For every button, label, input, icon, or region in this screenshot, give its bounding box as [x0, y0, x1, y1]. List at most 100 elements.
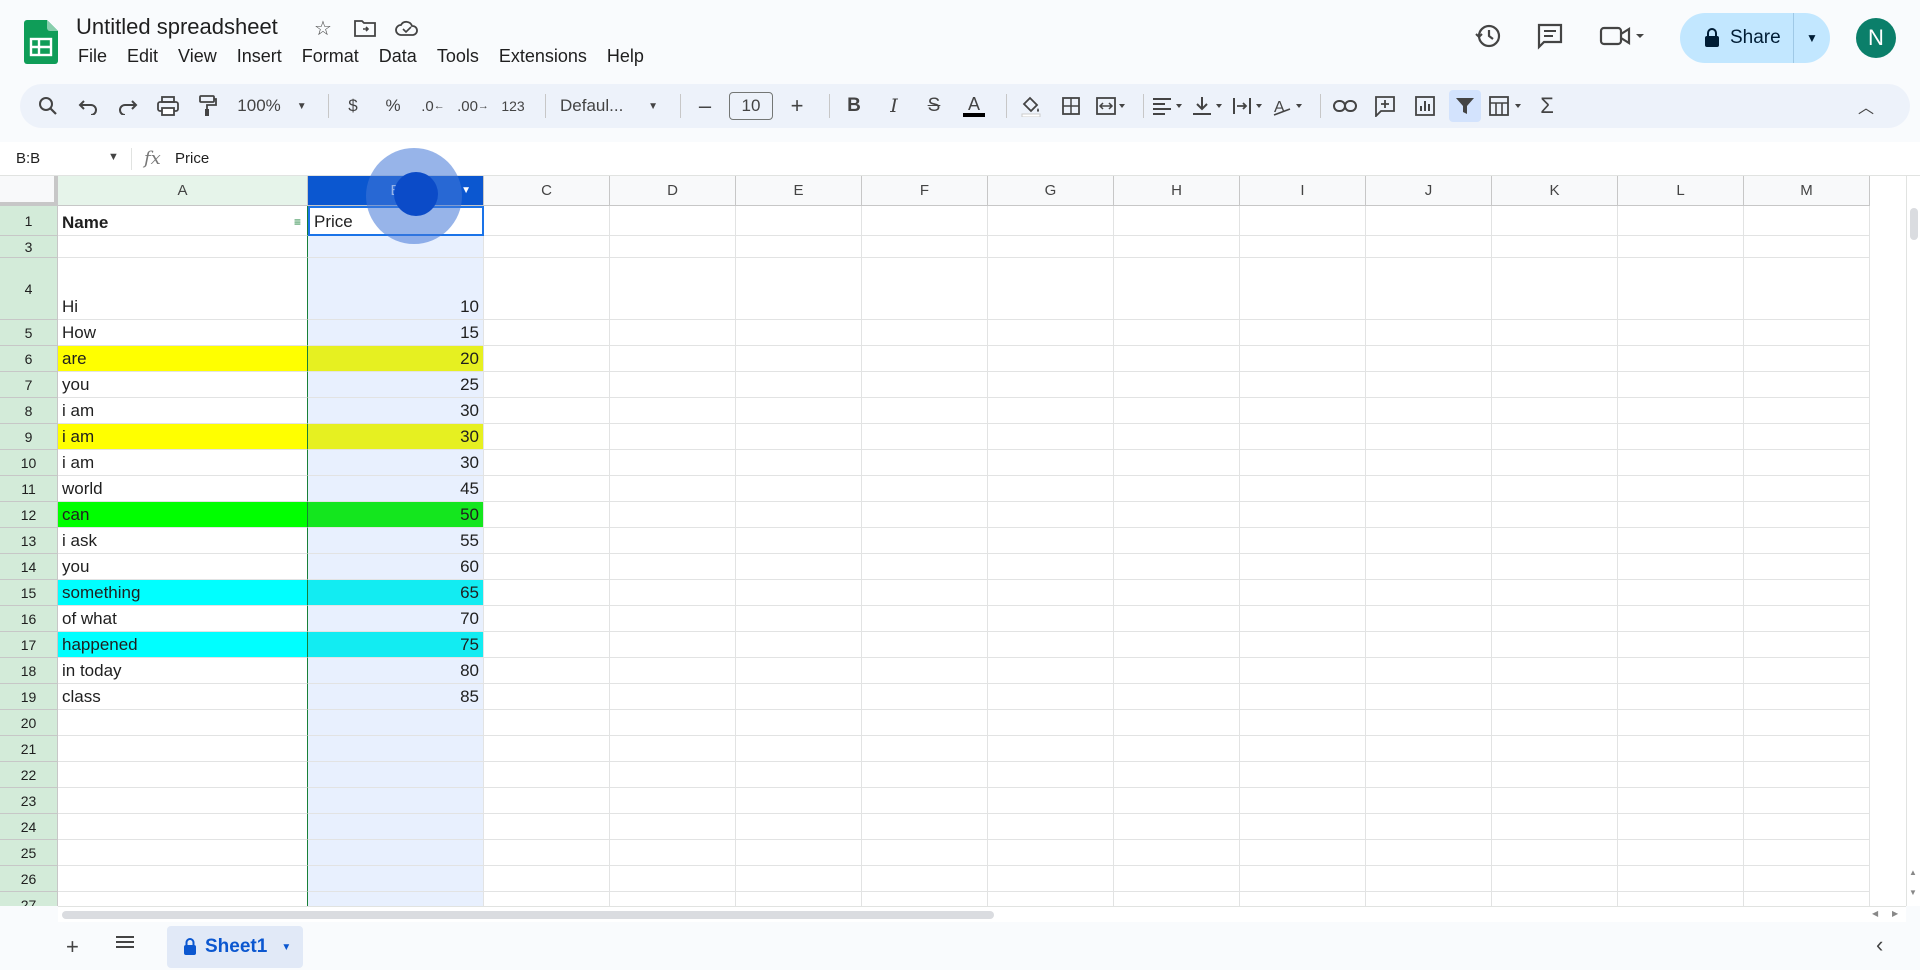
cell-g18[interactable] — [988, 658, 1114, 684]
cell-b7[interactable]: 25 — [308, 372, 484, 398]
row-header-22[interactable]: 22 — [0, 762, 58, 788]
cell-a18[interactable]: in today — [58, 658, 308, 684]
format-percent-button[interactable]: % — [377, 90, 409, 122]
cell-e4[interactable] — [736, 258, 862, 320]
cell-d9[interactable] — [610, 424, 736, 450]
cell-g5[interactable] — [988, 320, 1114, 346]
cell-m19[interactable] — [1744, 684, 1870, 710]
cell-l26[interactable] — [1618, 866, 1744, 892]
cell-l24[interactable] — [1618, 814, 1744, 840]
cell-k13[interactable] — [1492, 528, 1618, 554]
cell-l1[interactable] — [1618, 206, 1744, 236]
column-menu-dropdown-icon[interactable]: ▼ — [461, 185, 471, 196]
cell-b23[interactable] — [308, 788, 484, 814]
cell-d4[interactable] — [610, 258, 736, 320]
cloud-status-icon[interactable] — [392, 14, 422, 42]
cell-b25[interactable] — [308, 840, 484, 866]
cell-i8[interactable] — [1240, 398, 1366, 424]
cell-j14[interactable] — [1366, 554, 1492, 580]
row-header-20[interactable]: 20 — [0, 710, 58, 736]
cell-d24[interactable] — [610, 814, 736, 840]
cell-g14[interactable] — [988, 554, 1114, 580]
cell-m21[interactable] — [1744, 736, 1870, 762]
cell-h17[interactable] — [1114, 632, 1240, 658]
cell-a26[interactable] — [58, 866, 308, 892]
paint-format-icon[interactable] — [192, 90, 224, 122]
cell-h1[interactable] — [1114, 206, 1240, 236]
cell-m8[interactable] — [1744, 398, 1870, 424]
cell-c25[interactable] — [484, 840, 610, 866]
cell-f16[interactable] — [862, 606, 988, 632]
cell-a25[interactable] — [58, 840, 308, 866]
cell-h15[interactable] — [1114, 580, 1240, 606]
cell-e14[interactable] — [736, 554, 862, 580]
comments-icon[interactable] — [1530, 16, 1570, 56]
cell-g21[interactable] — [988, 736, 1114, 762]
cell-c9[interactable] — [484, 424, 610, 450]
undo-icon[interactable] — [72, 90, 104, 122]
cell-e15[interactable] — [736, 580, 862, 606]
cell-c4[interactable] — [484, 258, 610, 320]
cell-k10[interactable] — [1492, 450, 1618, 476]
cell-j6[interactable] — [1366, 346, 1492, 372]
cell-m16[interactable] — [1744, 606, 1870, 632]
increase-decimal-button[interactable]: .00 → — [457, 90, 489, 122]
column-header-k[interactable]: K — [1492, 176, 1618, 206]
cell-h11[interactable] — [1114, 476, 1240, 502]
cell-i9[interactable] — [1240, 424, 1366, 450]
cell-k6[interactable] — [1492, 346, 1618, 372]
cell-d18[interactable] — [610, 658, 736, 684]
cell-a10[interactable]: i am — [58, 450, 308, 476]
menu-view[interactable]: View — [168, 46, 227, 67]
column-header-c[interactable]: C — [484, 176, 610, 206]
cell-g15[interactable] — [988, 580, 1114, 606]
cell-m13[interactable] — [1744, 528, 1870, 554]
row-header-24[interactable]: 24 — [0, 814, 58, 840]
cell-d20[interactable] — [610, 710, 736, 736]
cell-f7[interactable] — [862, 372, 988, 398]
cell-e1[interactable] — [736, 206, 862, 236]
cell-g6[interactable] — [988, 346, 1114, 372]
cell-k9[interactable] — [1492, 424, 1618, 450]
cell-c10[interactable] — [484, 450, 610, 476]
decrease-decimal-button[interactable]: .0 ← — [417, 90, 449, 122]
cell-i14[interactable] — [1240, 554, 1366, 580]
cell-k14[interactable] — [1492, 554, 1618, 580]
cell-e17[interactable] — [736, 632, 862, 658]
cell-g4[interactable] — [988, 258, 1114, 320]
cell-l12[interactable] — [1618, 502, 1744, 528]
decrease-font-size-icon[interactable]: – — [689, 90, 721, 122]
cell-j4[interactable] — [1366, 258, 1492, 320]
row-header-6[interactable]: 6 — [0, 346, 58, 372]
cell-l7[interactable] — [1618, 372, 1744, 398]
cell-b24[interactable] — [308, 814, 484, 840]
sheets-logo-icon[interactable] — [24, 20, 58, 64]
cell-i5[interactable] — [1240, 320, 1366, 346]
cell-h20[interactable] — [1114, 710, 1240, 736]
cell-h8[interactable] — [1114, 398, 1240, 424]
filter-icon[interactable] — [1449, 90, 1481, 122]
cell-e10[interactable] — [736, 450, 862, 476]
cell-b18[interactable]: 80 — [308, 658, 484, 684]
cell-l4[interactable] — [1618, 258, 1744, 320]
cell-l10[interactable] — [1618, 450, 1744, 476]
cell-h22[interactable] — [1114, 762, 1240, 788]
row-header-25[interactable]: 25 — [0, 840, 58, 866]
cell-k12[interactable] — [1492, 502, 1618, 528]
cell-j10[interactable] — [1366, 450, 1492, 476]
cell-k16[interactable] — [1492, 606, 1618, 632]
menu-insert[interactable]: Insert — [227, 46, 292, 67]
menu-tools[interactable]: Tools — [427, 46, 489, 67]
cell-d13[interactable] — [610, 528, 736, 554]
cell-a7[interactable]: you — [58, 372, 308, 398]
cell-a5[interactable]: How — [58, 320, 308, 346]
cell-d14[interactable] — [610, 554, 736, 580]
column-header-h[interactable]: H — [1114, 176, 1240, 206]
cell-c5[interactable] — [484, 320, 610, 346]
formula-input[interactable]: Price — [175, 150, 209, 167]
cell-l14[interactable] — [1618, 554, 1744, 580]
cell-k7[interactable] — [1492, 372, 1618, 398]
cell-k26[interactable] — [1492, 866, 1618, 892]
cell-d7[interactable] — [610, 372, 736, 398]
cell-k22[interactable] — [1492, 762, 1618, 788]
